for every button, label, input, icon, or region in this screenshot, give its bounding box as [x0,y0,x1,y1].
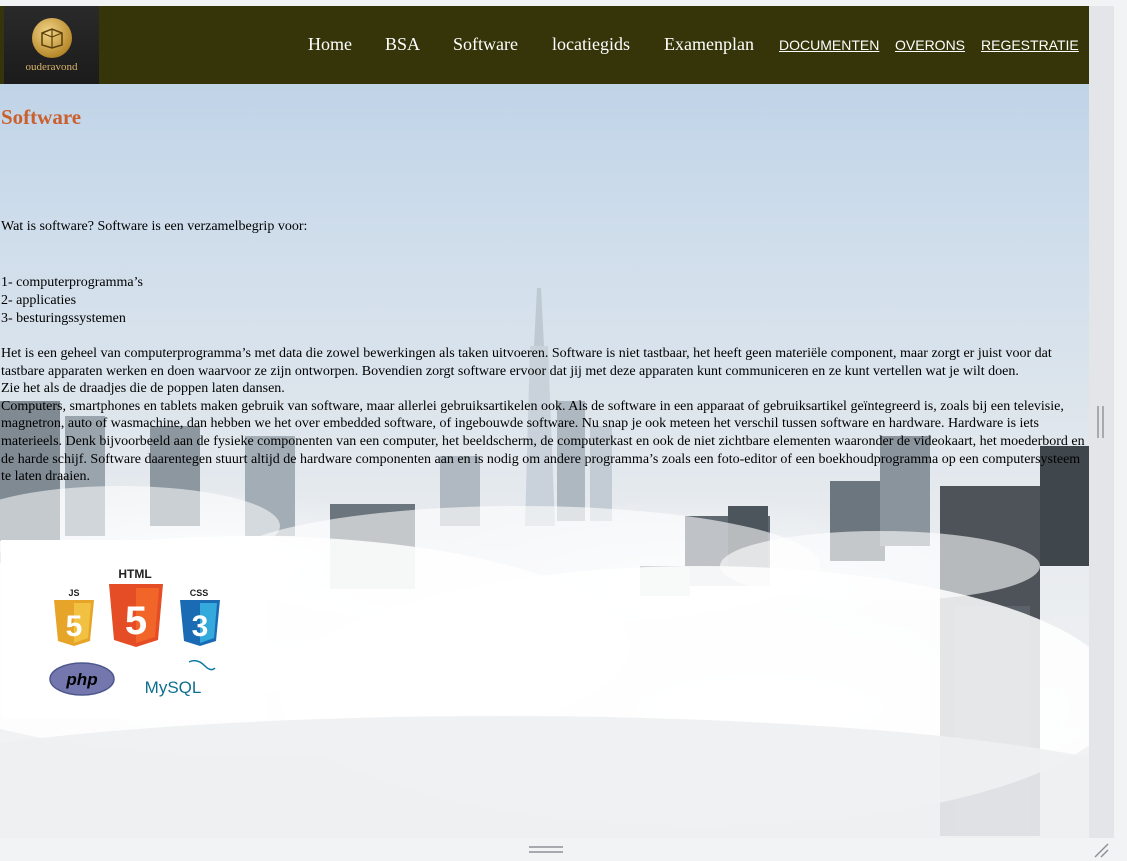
svg-text:5: 5 [66,610,83,643]
paragraph: Zie het als de draadjes die de poppen la… [1,381,285,397]
nav-home[interactable]: Home [308,34,352,55]
site-logo[interactable]: ouderavond [4,6,99,84]
mysql-logo-icon: MySQL [145,659,216,697]
svg-text:5: 5 [125,599,147,643]
body-text: Het is een geheel van computerprogramma’… [1,345,1089,486]
css3-shield-icon: 3 [180,600,220,646]
horizontal-resize-grip-icon[interactable] [529,846,563,854]
software-list: 1- computerprogramma’s 2- applicaties 3-… [1,274,143,328]
js-label: JS [68,588,79,598]
css-label: CSS [190,588,209,598]
intro-text: Wat is software? Software is een verzame… [1,219,308,234]
list-item: 2- applicaties [1,293,77,308]
logo-text: ouderavond [25,60,78,73]
bottom-resize-bar [0,838,1127,861]
list-item: 1- computerprogramma’s [1,275,143,290]
php-logo-icon: php [49,662,115,696]
nav-bsa[interactable]: BSA [385,34,420,55]
nav-locatiegids[interactable]: locatiegids [552,34,630,55]
page-title: Software [1,105,82,129]
mysql-label: MySQL [145,678,202,697]
site-header: ouderavond Home BSA Software locatiegids… [0,6,1089,84]
nav-regestratie[interactable]: REGESTRATIE [981,37,1079,53]
nav-documenten[interactable]: DOCUMENTEN [779,37,879,53]
list-item: 3- besturingssystemen [1,311,126,326]
logo-emblem-icon [31,17,72,58]
js-shield-icon: 5 [54,600,94,646]
nav-software[interactable]: Software [453,34,518,55]
vertical-resize-grip-icon[interactable] [1097,406,1105,438]
paragraph: Computers, smartphones en tablets maken … [1,398,1085,485]
nav-overons[interactable]: OVERONS [895,37,965,53]
paragraph: Het is een geheel van computerprogramma’… [1,346,1052,379]
html-label: HTML [118,567,151,581]
php-label: php [65,670,97,689]
page-viewport: ouderavond Home BSA Software locatiegids… [0,6,1089,838]
corner-resize-handle-icon[interactable] [1093,842,1109,858]
svg-text:3: 3 [192,610,209,643]
tech-logos-image: HTML JS CSS 5 5 3 php MySQL [1,540,267,719]
html5-shield-icon: 5 [109,584,163,647]
nav-examenplan[interactable]: Examenplan [664,34,754,55]
